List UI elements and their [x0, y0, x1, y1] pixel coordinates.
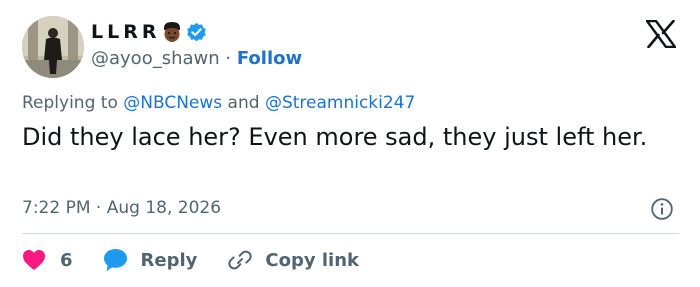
- like-button[interactable]: 6: [22, 249, 73, 271]
- x-logo-icon[interactable]: [646, 20, 676, 48]
- mention-link[interactable]: @Streamnicki247: [265, 93, 415, 113]
- copy-link-label: Copy link: [265, 249, 359, 271]
- follow-button[interactable]: Follow: [237, 48, 302, 69]
- like-count: 6: [60, 249, 73, 271]
- display-name[interactable]: LLRR: [91, 21, 160, 43]
- avatar[interactable]: [22, 16, 84, 78]
- face-emoji-icon: [164, 22, 181, 42]
- copy-link-button[interactable]: Copy link: [227, 248, 359, 272]
- handle-row: @ayoo_shawn · Follow: [91, 48, 302, 69]
- mention-link[interactable]: @NBCNews: [123, 93, 222, 113]
- user-name-row: LLRR: [91, 19, 207, 45]
- separator-dot: ·: [225, 48, 232, 69]
- replying-to: Replying to @NBCNews and @Streamnicki247: [22, 93, 415, 113]
- reply-button[interactable]: Reply: [103, 248, 198, 272]
- action-bar: 6 Reply Copy link: [22, 247, 359, 273]
- heart-icon: [23, 250, 45, 270]
- speech-bubble-icon: [103, 249, 127, 271]
- replying-conjunction: and: [227, 93, 260, 113]
- info-icon[interactable]: [650, 197, 674, 221]
- reply-label: Reply: [140, 249, 198, 271]
- tweet-text: Did they lace her? Even more sad, they j…: [22, 123, 648, 151]
- tweet-timestamp[interactable]: 7:22 PM · Aug 18, 2026: [22, 198, 221, 218]
- separator-dot: ·: [95, 198, 102, 218]
- verified-badge-icon: [187, 22, 207, 41]
- replying-prefix: Replying to: [22, 93, 118, 113]
- user-handle[interactable]: @ayoo_shawn: [91, 48, 220, 69]
- tweet-time[interactable]: 7:22 PM: [22, 198, 91, 218]
- divider: [22, 233, 679, 234]
- tweet-date[interactable]: Aug 18, 2026: [107, 198, 221, 218]
- link-icon: [228, 250, 253, 270]
